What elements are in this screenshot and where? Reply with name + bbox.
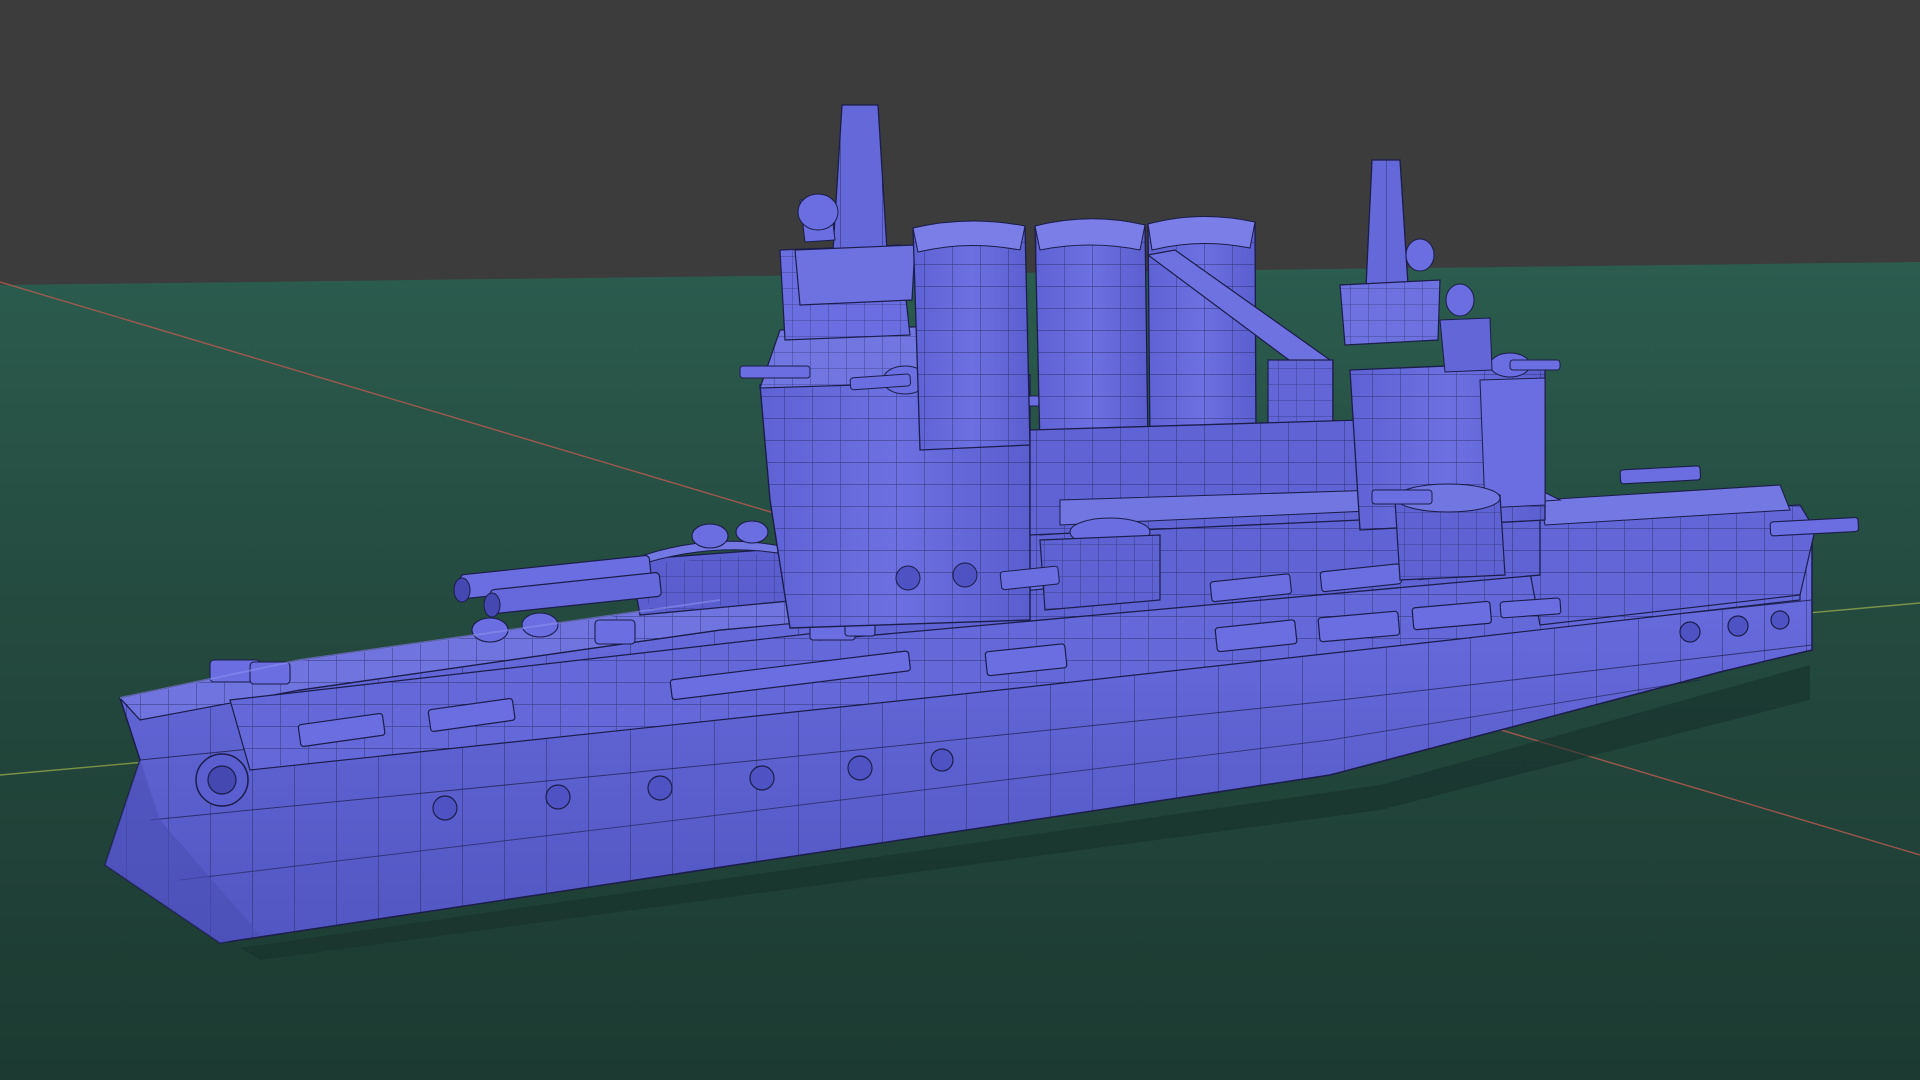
funnel-1 [912,220,1031,451]
viewport-canvas [0,0,1920,1080]
funnel-2 [1034,218,1149,449]
3d-viewport[interactable] [0,0,1920,1080]
anchor-hawse [195,753,249,807]
funnel-3 [1147,215,1257,446]
